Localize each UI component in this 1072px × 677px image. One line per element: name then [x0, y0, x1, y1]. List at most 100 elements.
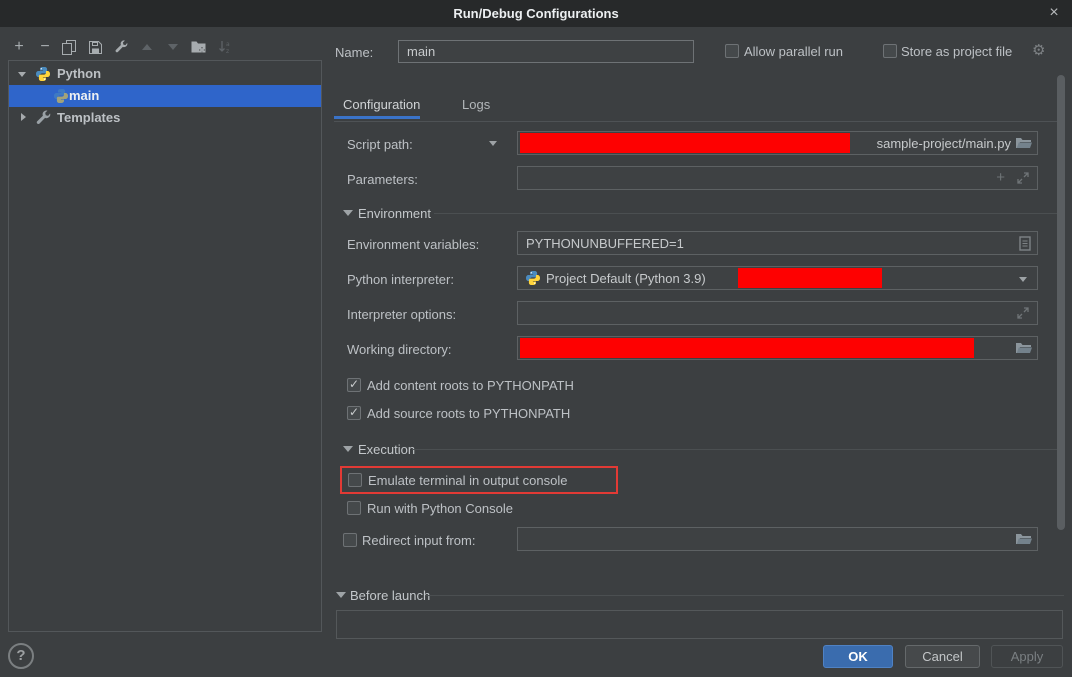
- expand-icon[interactable]: [1017, 307, 1029, 319]
- move-up-button: [138, 38, 156, 56]
- remove-icon: −: [40, 38, 49, 56]
- tree-item-templates[interactable]: Templates: [9, 107, 321, 129]
- vertical-scrollbar-thumb[interactable]: [1057, 75, 1065, 530]
- interpreter-options-input[interactable]: [517, 301, 1038, 325]
- dropdown-caret-icon[interactable]: [1019, 277, 1027, 282]
- working-directory-input[interactable]: [517, 336, 1038, 360]
- copy-configuration-button[interactable]: [60, 38, 78, 56]
- edit-variables-icon[interactable]: [1019, 236, 1031, 251]
- new-folder-icon: [191, 40, 208, 54]
- macros-plus-icon[interactable]: +: [996, 169, 1005, 186]
- interpreter-options-label: Interpreter options:: [347, 307, 456, 322]
- tree-item-label: main: [69, 88, 99, 103]
- new-folder-button[interactable]: [190, 38, 208, 56]
- python-icon: [53, 88, 69, 104]
- environment-section-title[interactable]: Environment: [358, 206, 431, 221]
- parameters-input[interactable]: +: [517, 166, 1038, 190]
- allow-parallel-run-checkbox[interactable]: [725, 44, 739, 58]
- environment-variables-input[interactable]: PYTHONUNBUFFERED=1: [517, 231, 1038, 255]
- script-path-value: sample-project/main.py: [877, 136, 1011, 151]
- execution-section-title[interactable]: Execution: [358, 442, 415, 457]
- add-configuration-button[interactable]: +: [10, 38, 28, 56]
- wrench-icon: [114, 40, 128, 54]
- move-down-button: [164, 38, 182, 56]
- sort-configurations-button: a z: [216, 38, 234, 56]
- close-icon[interactable]: ×: [1044, 3, 1064, 23]
- dialog-title: Run/Debug Configurations: [0, 0, 1072, 27]
- name-label: Name:: [335, 45, 373, 60]
- before-launch-section-title[interactable]: Before launch: [350, 588, 430, 603]
- before-launch-collapse-icon[interactable]: [336, 592, 346, 598]
- add-icon: +: [14, 38, 23, 56]
- environment-collapse-icon[interactable]: [343, 210, 353, 216]
- active-tab-underline: [334, 116, 420, 119]
- save-configuration-button[interactable]: [86, 38, 104, 56]
- redaction-block: [520, 338, 974, 358]
- emulate-terminal-label[interactable]: Emulate terminal in output console: [368, 473, 567, 488]
- expand-icon[interactable]: [1017, 172, 1029, 184]
- python-interpreter-value: Project Default (Python 3.9): [546, 271, 706, 286]
- tab-logs[interactable]: Logs: [462, 97, 490, 112]
- execution-collapse-icon[interactable]: [343, 446, 353, 452]
- redaction-block: [738, 268, 882, 288]
- help-button[interactable]: ?: [8, 643, 34, 669]
- environment-variables-label: Environment variables:: [347, 237, 479, 252]
- tabs-separator: [334, 121, 1064, 122]
- section-divider: [425, 595, 1064, 596]
- store-as-project-file-checkbox[interactable]: [883, 44, 897, 58]
- add-source-roots-checkbox[interactable]: [347, 406, 361, 420]
- remove-configuration-button[interactable]: −: [36, 38, 54, 56]
- gear-icon[interactable]: ⚙: [1032, 41, 1045, 59]
- run-with-python-console-checkbox[interactable]: [347, 501, 361, 515]
- configurations-tree: Python main Templates: [8, 60, 322, 632]
- tree-item-label: Templates: [57, 110, 120, 125]
- tab-configuration[interactable]: Configuration: [343, 97, 420, 112]
- redirect-input-field[interactable]: [517, 527, 1038, 551]
- script-path-label: Script path:: [347, 137, 413, 152]
- copy-icon: [62, 40, 76, 55]
- allow-parallel-run-label[interactable]: Allow parallel run: [744, 44, 843, 59]
- working-directory-label: Working directory:: [347, 342, 452, 357]
- run-with-python-console-label[interactable]: Run with Python Console: [367, 501, 513, 516]
- environment-variables-value: PYTHONUNBUFFERED=1: [526, 236, 684, 251]
- cancel-button[interactable]: Cancel: [905, 645, 980, 668]
- add-content-roots-checkbox[interactable]: [347, 378, 361, 392]
- name-input[interactable]: main: [398, 40, 694, 63]
- move-down-icon: [168, 44, 178, 50]
- folder-icon[interactable]: [1015, 136, 1033, 150]
- ok-button[interactable]: OK: [823, 645, 893, 668]
- apply-button: Apply: [991, 645, 1063, 668]
- python-icon: [525, 270, 541, 286]
- python-icon: [35, 66, 51, 82]
- script-path-input[interactable]: sample-project/main.py: [517, 131, 1038, 155]
- section-divider: [434, 213, 1064, 214]
- redirect-input-label[interactable]: Redirect input from:: [362, 533, 475, 548]
- python-interpreter-label: Python interpreter:: [347, 272, 454, 287]
- before-launch-task-list[interactable]: [336, 610, 1063, 639]
- folder-icon[interactable]: [1015, 532, 1033, 546]
- add-content-roots-label[interactable]: Add content roots to PYTHONPATH: [367, 378, 574, 393]
- redaction-block: [520, 133, 850, 153]
- save-icon: [89, 41, 102, 54]
- add-source-roots-label[interactable]: Add source roots to PYTHONPATH: [367, 406, 570, 421]
- name-value: main: [407, 44, 435, 59]
- tree-item-label: Python: [57, 66, 101, 81]
- parameters-label: Parameters:: [347, 172, 418, 187]
- store-as-project-file-label[interactable]: Store as project file: [901, 44, 1012, 59]
- folder-icon[interactable]: [1015, 341, 1033, 355]
- chevron-right-icon[interactable]: [21, 113, 26, 121]
- chevron-down-icon[interactable]: [18, 72, 26, 77]
- redirect-input-checkbox[interactable]: [343, 533, 357, 547]
- run-debug-configurations-dialog: Run/Debug Configurations × + −: [0, 0, 1072, 677]
- script-path-dropdown-icon[interactable]: [489, 141, 497, 146]
- svg-text:z: z: [226, 48, 229, 54]
- tree-item-main[interactable]: main: [9, 85, 321, 107]
- wrench-icon: [35, 110, 51, 126]
- python-interpreter-select[interactable]: Project Default (Python 3.9): [517, 266, 1038, 290]
- sort-alpha-icon: a z: [218, 40, 232, 54]
- edit-templates-button[interactable]: [112, 38, 130, 56]
- emulate-terminal-checkbox[interactable]: [348, 473, 362, 487]
- move-up-icon: [142, 44, 152, 50]
- tree-item-python[interactable]: Python: [9, 63, 321, 85]
- svg-text:a: a: [226, 41, 230, 48]
